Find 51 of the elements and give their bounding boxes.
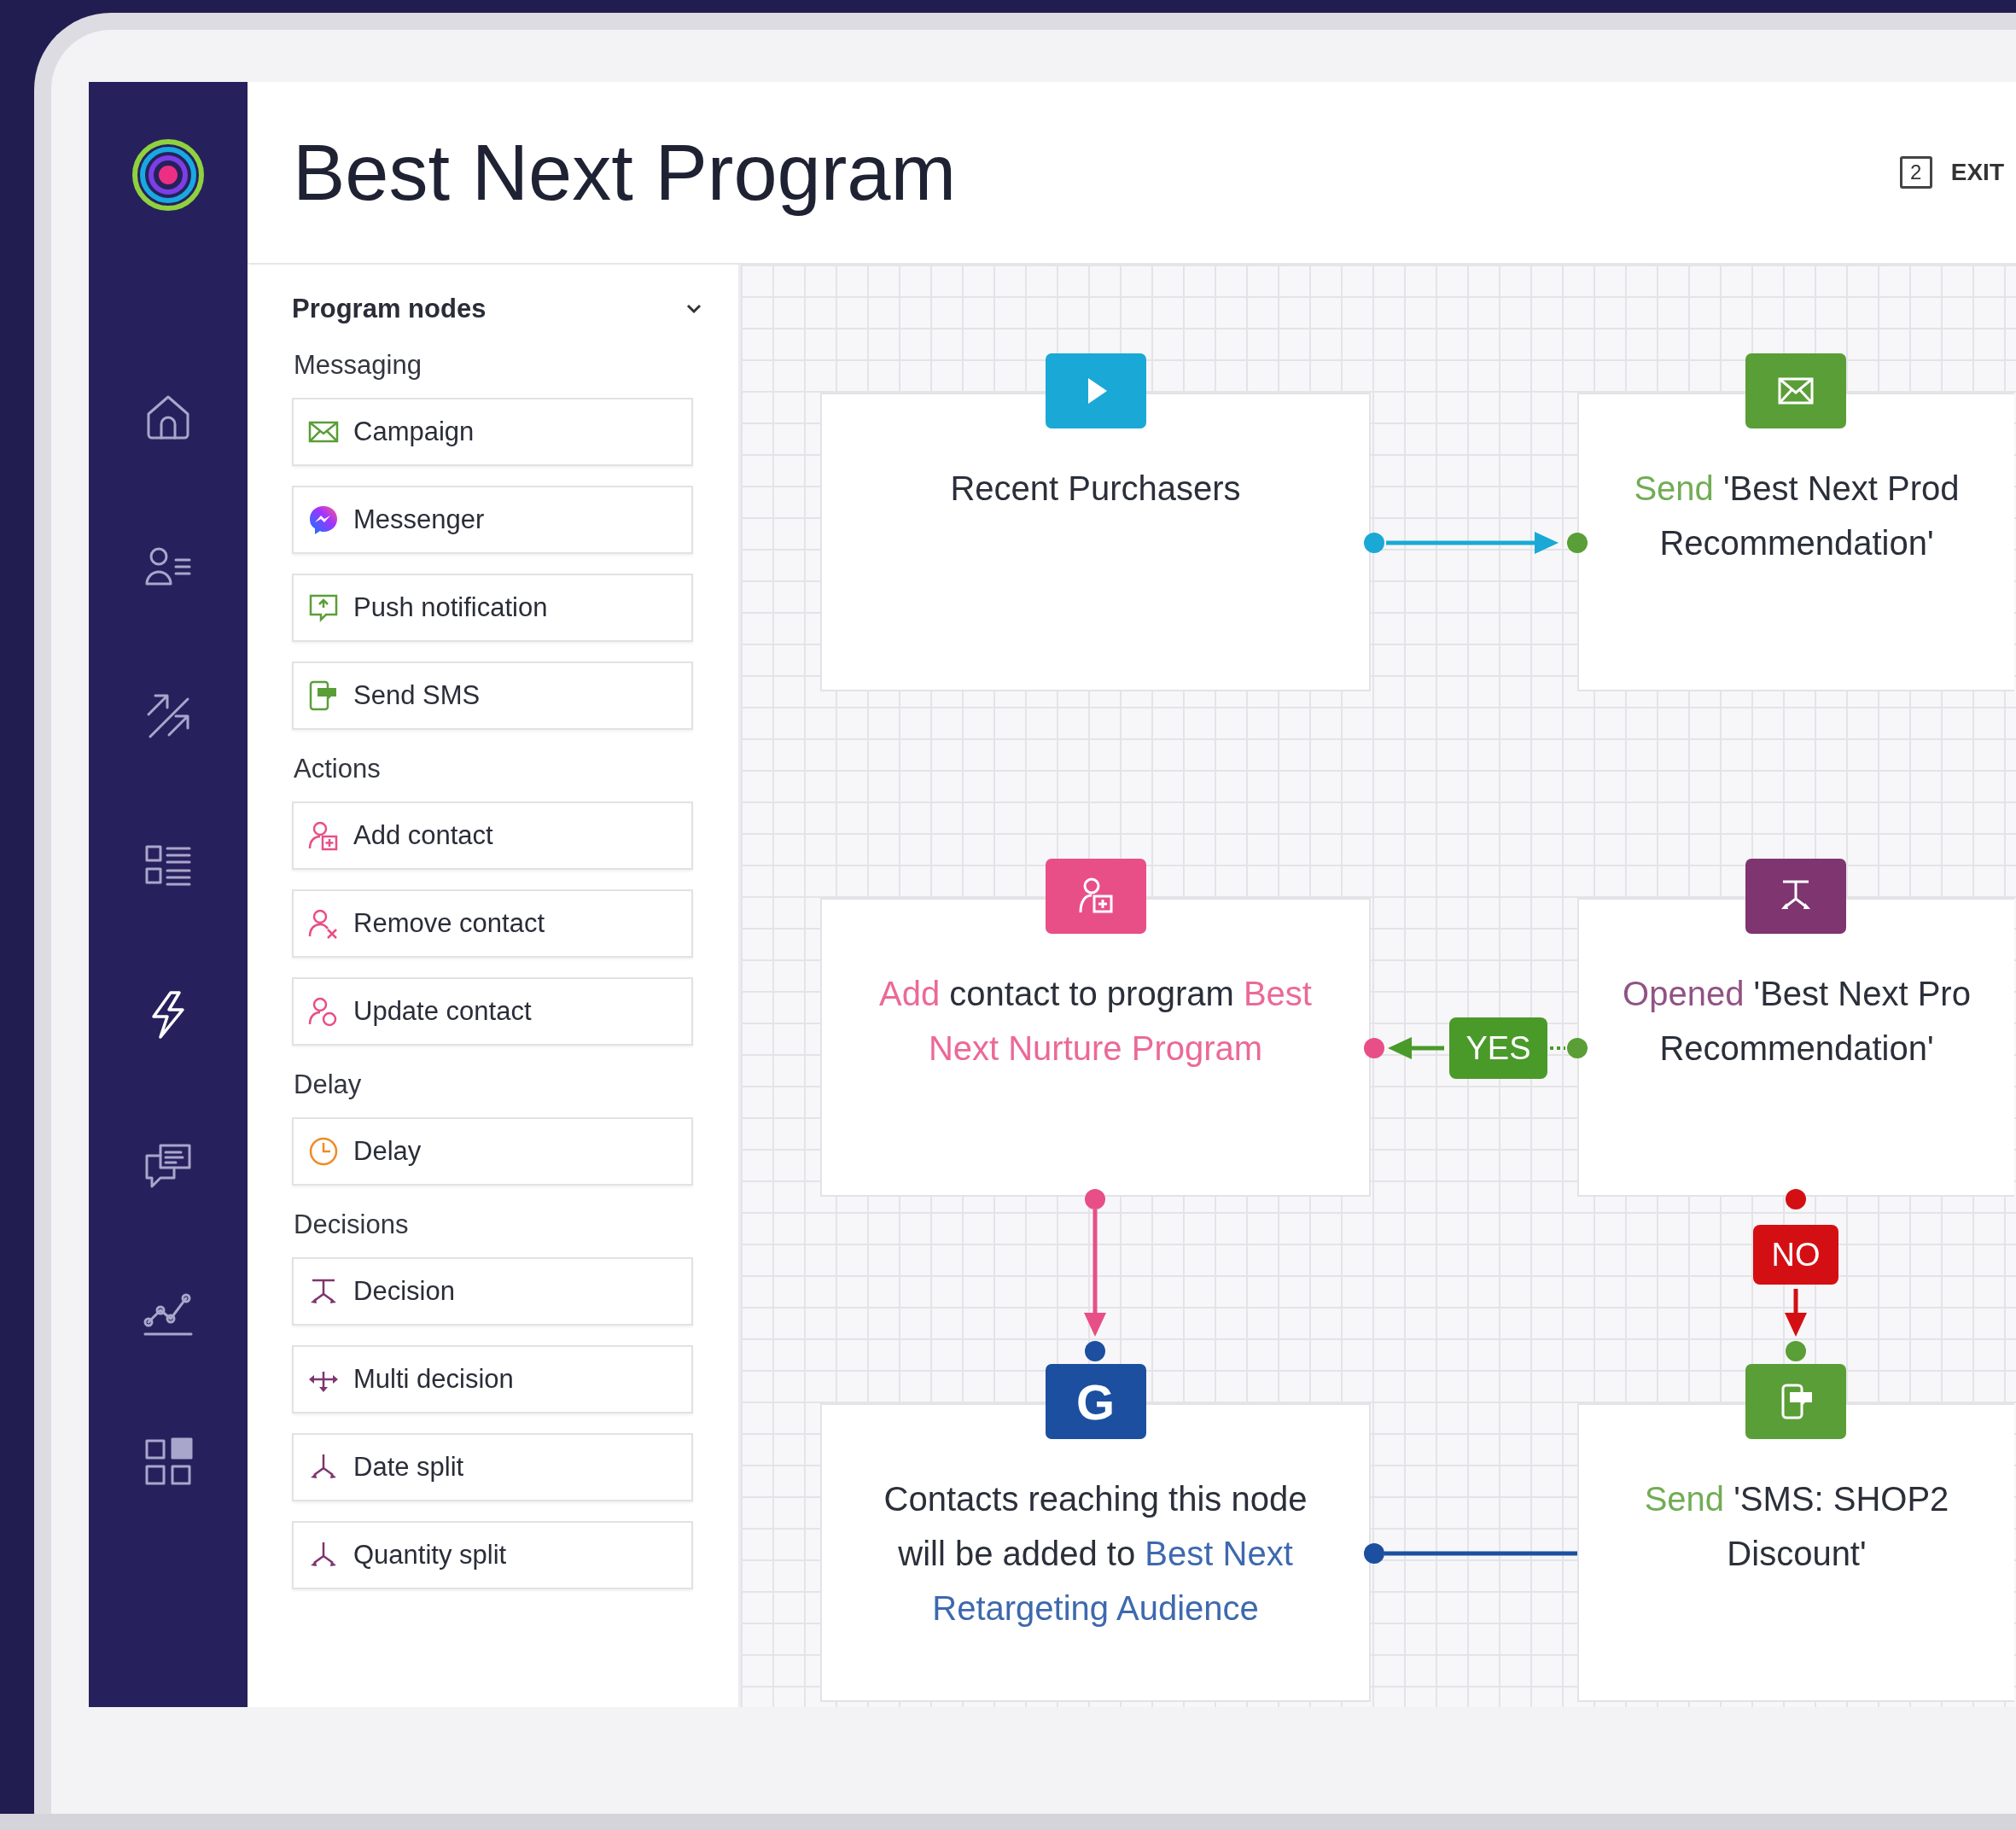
clock-icon: [307, 1135, 340, 1168]
page-title: Best Next Program: [293, 127, 957, 218]
palette-item[interactable]: Date split: [292, 1433, 693, 1501]
node-label: Send 'SMS: SHOP2 Discount': [1643, 1479, 1950, 1574]
port-dot[interactable]: [1085, 1341, 1105, 1361]
palette-item[interactable]: Update contact: [292, 977, 693, 1046]
port-dot[interactable]: [1085, 1189, 1105, 1209]
node-label: Opened 'Best Next Pro Recommendation': [1622, 974, 1972, 1069]
port-dot[interactable]: [1364, 1543, 1384, 1564]
exit-button[interactable]: EXIT: [1950, 159, 2016, 186]
palette-item[interactable]: Messenger: [292, 486, 693, 554]
port-dot[interactable]: [1786, 1341, 1806, 1361]
connector-arrow: [1785, 1289, 1807, 1337]
section-label: Actions: [294, 754, 382, 784]
node-label: Add contact to program Best Next Nurture Program: [878, 974, 1313, 1069]
section-label: Messaging: [294, 350, 422, 381]
palette-item[interactable]: Send SMS: [292, 661, 693, 730]
palette-item[interactable]: Campaign: [292, 398, 693, 466]
flow-node[interactable]: Opened 'Best Next Pro Recommendation': [1577, 898, 2014, 1197]
palette-item[interactable]: Delay: [292, 1117, 693, 1186]
node-label: Contacts reaching this node will be added to Best Next Retargeting Audience: [883, 1479, 1308, 1629]
section-label: Delay: [294, 1069, 363, 1100]
palette-item[interactable]: Add contact: [292, 801, 693, 870]
palette-item[interactable]: Remove contact: [292, 889, 693, 958]
add-contact-icon: [307, 819, 340, 852]
port-dot[interactable]: [1786, 1189, 1806, 1209]
port-dot[interactable]: [1567, 533, 1588, 553]
node-badge: G: [1045, 1364, 1146, 1439]
palette-item[interactable]: Push notification: [292, 574, 693, 642]
messenger-icon: [307, 504, 340, 536]
branch-label: YES: [1449, 1017, 1547, 1079]
connector-arrow: [1388, 1037, 1444, 1059]
palette-item[interactable]: Multi decision: [292, 1345, 693, 1413]
connector-line: [1550, 1046, 1565, 1050]
node-label: Send 'Best Next Prod Recommendation': [1633, 469, 1961, 563]
palette-item[interactable]: Quantity split: [292, 1521, 693, 1589]
flow-node[interactable]: Recent Purchasers: [820, 393, 1371, 691]
port-dot[interactable]: [1364, 533, 1384, 553]
flow-node[interactable]: Add contact to program Best Next Nurture Program: [820, 898, 1371, 1197]
logo-icon: [131, 138, 205, 212]
branch-label: NO: [1753, 1225, 1838, 1285]
port-dot[interactable]: [1567, 1038, 1588, 1058]
flow-node[interactable]: Send 'Best Next Prod Recommendation': [1577, 393, 2014, 691]
panel-title: Program nodes: [292, 294, 487, 324]
palette-item[interactable]: Decision: [292, 1257, 693, 1326]
section-label: Decisions: [294, 1209, 410, 1240]
remove-contact-icon: [307, 907, 340, 940]
key-icon: 2: [1899, 156, 1932, 189]
flow-node[interactable]: Send 'SMS: SHOP2 Discount': [1577, 1403, 2014, 1702]
node-label: Recent Purchasers: [949, 469, 1242, 509]
port-dot[interactable]: [1364, 1038, 1384, 1058]
